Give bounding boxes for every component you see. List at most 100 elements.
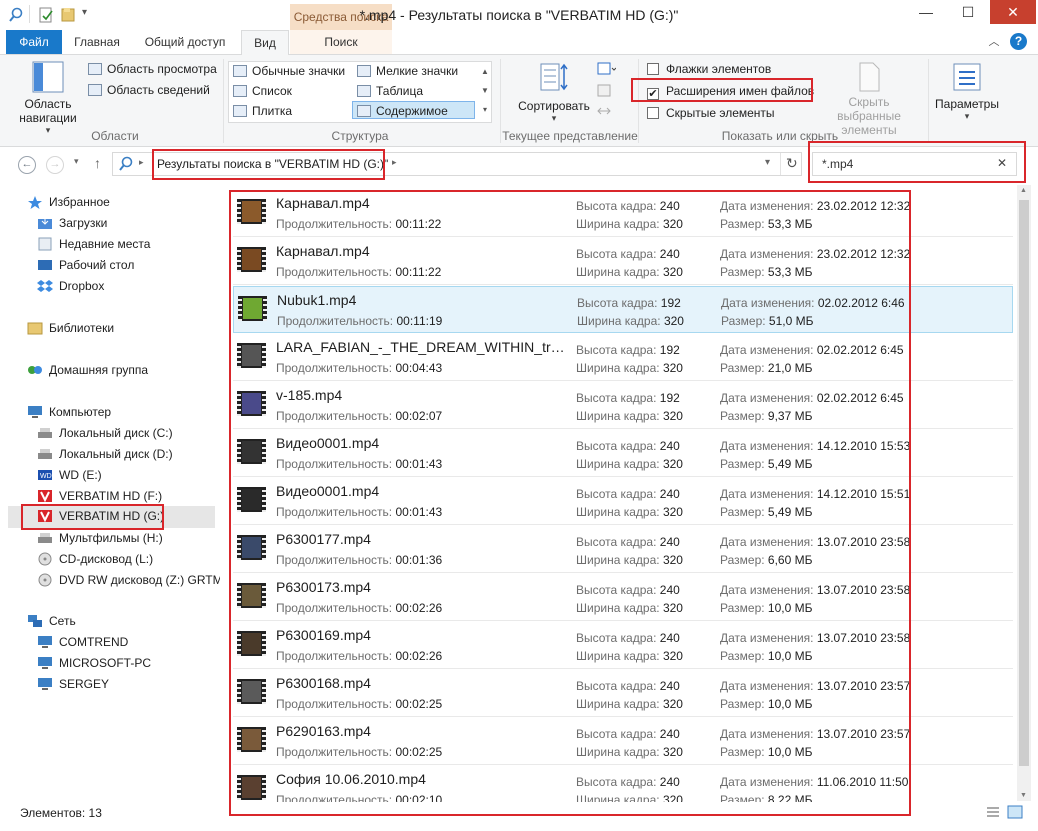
nav-item-drive-d[interactable]: Локальный диск (D:) (37, 444, 173, 464)
sort-label: Сортировать (518, 99, 590, 113)
cd-drive-icon (37, 552, 53, 566)
layout-small-icons[interactable]: Мелкие значки (357, 64, 458, 78)
wd-drive-icon: WD (37, 468, 53, 482)
hide-selected-button: Скрыть выбранные элементы (816, 61, 922, 137)
nav-label: Домашняя группа (49, 363, 149, 377)
tab-view[interactable]: Вид (241, 30, 289, 56)
close-button[interactable]: ✕ (990, 0, 1036, 24)
hidden-items-checkbox[interactable] (647, 107, 659, 119)
sort-icon (538, 61, 570, 93)
network-icon (27, 614, 43, 628)
up-button[interactable]: ↑ (94, 155, 101, 171)
nav-item-network[interactable]: Сеть (27, 611, 76, 631)
nav-label: Локальный диск (C:) (59, 426, 173, 440)
nav-item-net-comtrend[interactable]: COMTREND (37, 632, 128, 652)
preview-pane-icon (88, 63, 102, 75)
normal-icons-label: Обычные значки (252, 64, 346, 78)
preview-pane-button[interactable]: Область просмотра (88, 62, 217, 76)
nav-item-net-microsoft-pc[interactable]: MICROSOFT-PC (37, 653, 151, 673)
options-label: Параметры (935, 97, 999, 111)
layout-content[interactable]: Содержимое (352, 101, 475, 119)
gallery-scroll[interactable]: ▲ ▼ ▾ (480, 62, 490, 119)
nav-label: Сеть (49, 614, 76, 628)
navigation-pane-icon (32, 61, 64, 93)
list-icon (233, 85, 247, 97)
nav-label: Библиотеки (49, 321, 115, 335)
nav-label: SERGEY (59, 677, 110, 691)
nav-item-favorites[interactable]: Избранное (27, 192, 110, 212)
hide-selected-icon (855, 61, 883, 93)
drive-icon (37, 531, 53, 545)
large-icons-view-icon[interactable] (1007, 805, 1023, 822)
nav-item-dropbox[interactable]: Dropbox (37, 276, 104, 296)
navigation-pane: Избранное Загрузки Недавние места Рабочи… (0, 185, 220, 800)
drive-icon (37, 426, 53, 440)
star-icon (27, 195, 43, 209)
preview-pane-label: Область просмотра (107, 62, 217, 76)
details-pane-button[interactable]: Область сведений (88, 83, 210, 97)
nav-item-libraries[interactable]: Библиотеки (27, 318, 114, 338)
nav-item-drive-z[interactable]: DVD RW дисковод (Z:) GRTMF (37, 570, 220, 590)
nav-label: Dropbox (59, 279, 105, 293)
nav-item-drive-l[interactable]: CD-дисковод (L:) (37, 549, 153, 569)
verbatim-drive-icon (37, 489, 53, 503)
tab-share[interactable]: Общий доступ (134, 30, 236, 54)
maximize-button[interactable]: ☐ (950, 0, 986, 24)
recent-locations-icon[interactable]: ▾ (74, 156, 79, 167)
nav-item-drive-e[interactable]: WD WD (E:) (37, 465, 102, 485)
nav-item-drive-c[interactable]: Локальный диск (C:) (37, 423, 173, 443)
nav-label: Мультфильмы (H:) (59, 531, 163, 545)
network-computer-icon (37, 677, 53, 691)
tab-home[interactable]: Главная (68, 30, 126, 54)
nav-label: VERBATIM HD (F:) (59, 489, 163, 503)
forward-button[interactable]: → (46, 156, 64, 174)
nav-item-homegroup[interactable]: Домашняя группа (27, 360, 148, 380)
layout-table[interactable]: Таблица (357, 84, 423, 98)
breadcrumb-chevron-icon[interactable]: ▸ (139, 157, 144, 168)
item-count: Элементов: 13 (20, 806, 102, 820)
nav-item-downloads[interactable]: Загрузки (37, 213, 107, 233)
nav-label: MICROSOFT-PC (59, 656, 151, 670)
item-checkboxes-checkbox[interactable] (647, 63, 659, 75)
breadcrumb-chevron-icon[interactable]: ▸ (392, 157, 397, 168)
options-button[interactable]: Параметры ▾ (934, 61, 1000, 122)
address-dropdown-icon[interactable]: ▾ (765, 157, 770, 168)
vertical-scrollbar[interactable]: ▲ ▼ (1017, 185, 1031, 801)
tab-file[interactable]: Файл (6, 30, 62, 54)
nav-item-net-sergey[interactable]: SERGEY (37, 674, 109, 694)
group-by-icon[interactable] (596, 61, 617, 79)
nav-label: Локальный диск (D:) (59, 447, 173, 461)
ribbon-tabs: Файл Главная Общий доступ Вид Поиск ︿ ? (0, 30, 1038, 56)
drive-g-highlight (21, 504, 164, 530)
back-button[interactable]: ← (18, 156, 36, 174)
minimize-button[interactable]: — (908, 0, 944, 24)
nav-item-computer[interactable]: Компьютер (27, 402, 111, 422)
nav-item-recent[interactable]: Недавние места (37, 234, 150, 254)
options-icon (951, 61, 983, 93)
scrollbar-thumb[interactable] (1019, 200, 1029, 766)
collapse-ribbon-icon[interactable]: ︿ (985, 30, 1003, 54)
layout-tiles[interactable]: Плитка (233, 104, 292, 118)
details-pane-label: Область сведений (107, 83, 210, 97)
nav-item-drive-f[interactable]: VERBATIM HD (F:) (37, 486, 162, 506)
navigation-pane-button[interactable]: Область навигации ▾ (14, 61, 82, 136)
nav-label: CD-дисковод (L:) (59, 552, 154, 566)
details-pane-icon (88, 84, 102, 96)
item-checkboxes-toggle[interactable]: Флажки элементов (647, 62, 771, 76)
tiles-icon (233, 105, 247, 117)
help-button[interactable]: ? (1010, 33, 1027, 50)
nav-item-drive-h[interactable]: Мультфильмы (H:) (37, 528, 163, 548)
hidden-items-toggle[interactable]: Скрытые элементы (647, 106, 775, 120)
nav-label: Загрузки (59, 216, 108, 230)
nav-label: Недавние места (59, 237, 151, 251)
file-list-highlight (229, 190, 911, 816)
nav-label: WD (E:) (59, 468, 102, 482)
details-view-icon[interactable] (985, 805, 1001, 822)
tab-search[interactable]: Поиск (290, 30, 392, 54)
nav-item-desktop[interactable]: Рабочий стол (37, 255, 134, 275)
group-label-layout: Структура (331, 129, 389, 143)
layout-normal-icons[interactable]: Обычные значки (233, 64, 345, 78)
refresh-icon[interactable]: ↻ (786, 155, 798, 172)
sort-button[interactable]: Сортировать ▾ (514, 61, 594, 124)
layout-list[interactable]: Список (233, 84, 292, 98)
